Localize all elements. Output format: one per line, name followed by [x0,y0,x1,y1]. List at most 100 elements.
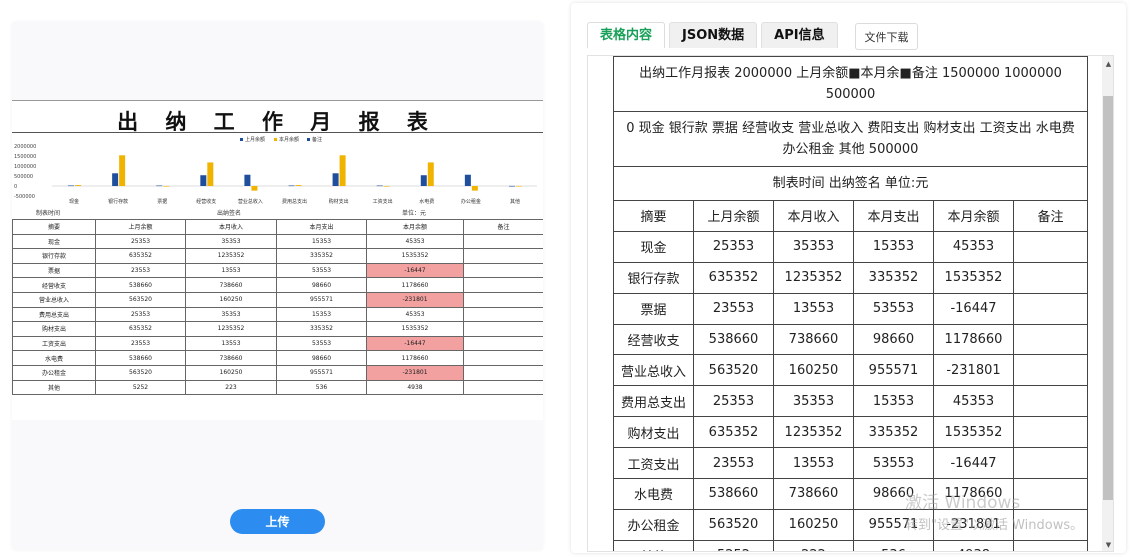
legend-swatch [240,138,243,141]
table-cell: 35353 [773,230,854,263]
preview-table-row: 水电费 538660 738660 98660 1178660 [12,350,543,366]
preview-table-cell: 223 [185,379,277,396]
table-cell [1012,416,1089,449]
preview-table-cell: 15353 [276,306,367,323]
preview-table-cell: 635352 [95,248,186,264]
table-cell: 563520 [693,354,774,387]
preview-table-cell: 1235352 [185,321,277,337]
table-cell: 335352 [853,261,934,294]
y-tick-label: 2000000 [14,144,36,150]
scrollbar-thumb[interactable] [1103,96,1113,500]
table-cell [1012,447,1089,480]
table-cell: 1235352 [773,261,854,294]
tab-table-content[interactable]: 表格内容 [587,22,666,48]
table-cell: 45353 [933,385,1014,418]
table-row: 经营收支 538660 738660 98660 1178660 [613,323,1089,356]
table-cell: 营业总收入 [613,354,694,387]
tab-json-data[interactable]: JSON数据 [669,22,758,48]
table-cell: 办公租金 [613,508,694,541]
preview-table-cell: 538660 [95,350,186,366]
preview-table-cell: 4938 [366,379,464,396]
legend-swatch [274,138,277,141]
scroll-down-arrow-icon[interactable]: ▼ [1102,537,1113,551]
preview-table-cell [463,233,543,250]
preview-table-cell: 1178660 [366,350,464,366]
preview-column-header: 本月收入 [185,219,277,235]
tab-api-info[interactable]: API信息 [761,22,838,48]
table-cell: 工资支出 [613,447,694,480]
vertical-scrollbar[interactable]: ▲ ▼ [1102,56,1113,551]
legend-swatch [307,138,310,141]
preview-table-cell [463,321,543,337]
preview-table-cell: 其他 [12,379,96,396]
scroll-up-arrow-icon[interactable]: ▲ [1102,56,1113,72]
preview-column-header: 备注 [463,219,543,235]
preview-table-cell: 35353 [185,233,277,250]
preview-table-cell: 98660 [276,350,367,366]
chart-bar [508,185,515,187]
table-row: 费用总支出 25353 35353 15353 45353 [613,385,1089,418]
table-content-area: 出纳工作月报表 2000000 上月余额■本月余■备注 1500000 1000… [587,55,1114,552]
legend-label: 上月余额 [245,136,265,143]
preview-table-cell [463,364,543,381]
preview-column-header: 摘要 [12,219,96,235]
table-cell: 23553 [693,447,774,480]
upload-panel: 出 纳 工 作 月 报 表 2000000 1500000 1000000 50000… [12,22,543,550]
upload-button[interactable]: 上传 [230,509,325,534]
table-cell: 35353 [773,385,854,418]
preview-table-row: 费用总支出 25353 35353 15353 45353 [12,306,543,323]
preview-table-row: 购材支出 635352 1235352 335352 1535352 [12,321,543,337]
preview-table-cell: 银行存款 [12,248,96,264]
column-header: 备注 [1012,200,1089,232]
x-category-label: 水电费 [419,198,434,205]
preview-table-cell: 955571 [276,364,367,381]
x-category-label: 其他 [510,198,520,205]
column-header: 上月余额 [693,200,774,232]
table-cell: 955571 [853,354,934,387]
preview-table-cell: 13553 [185,262,277,279]
table-cell: 1535352 [933,261,1014,294]
preview-meta-signer: 出纳签名 [217,210,242,217]
download-file-button[interactable]: 文件下载 [855,23,918,50]
preview-table-cell: 738660 [185,350,277,366]
result-table: 出纳工作月报表 2000000 上月余额■本月余■备注 1500000 1000… [612,56,1089,551]
preview-table-cell: 955571 [276,291,367,308]
chart-bar [119,155,126,186]
preview-table-cell: 335352 [276,321,367,337]
table-cell [1012,230,1089,263]
chart-bar [200,175,207,186]
chart-bar [251,186,258,191]
preview-table-row: 其他 5252 223 536 4938 [12,379,543,396]
preview-table-cell: 538660 [95,277,186,293]
table-header-line-1: 出纳工作月报表 2000000 上月余额■本月余■备注 1500000 1000… [612,56,1089,112]
table-cell: 经营收支 [613,323,694,356]
table-row: 现金 25353 35353 15353 45353 [613,230,1089,263]
preview-table-cell: 购材支出 [12,321,96,337]
table-cell: 费用总支出 [613,385,694,418]
preview-table-cell: 23553 [95,335,186,352]
table-cell: 98660 [853,323,934,356]
legend-label: 本月余额 [279,136,299,143]
preview-table-cell: -16447 [366,262,464,279]
preview-table-cell: 53553 [276,262,367,279]
table-cell: 160250 [773,508,854,541]
table-cell: 1235352 [773,416,854,449]
preview-table: 摘要 上月余额 本月收入 本月支出 本月余额 备注 现金 25353 35353 15353 453… [12,219,543,396]
preview-table-cell: 票据 [12,262,96,279]
preview-top-line [12,100,543,101]
table-cell: 563520 [693,508,774,541]
x-category-label: 办公租金 [461,198,481,205]
y-tick-label: 1000000 [14,164,36,170]
table-cell [1012,478,1089,510]
preview-table-cell: 563520 [95,364,186,381]
preview-column-header: 本月余额 [366,219,464,235]
table-cell [1012,292,1089,325]
preview-table-cell [463,291,543,308]
preview-meta-unit: 单位：元 [402,210,427,217]
chart-bar [332,173,339,186]
x-category-label: 营业总收入 [238,198,263,205]
preview-table-cell [463,306,543,323]
table-cell: 53553 [853,447,934,480]
preview-meta-row: 制表时间 出纳签名 单位：元 [12,208,543,218]
preview-table-cell: 738660 [185,277,277,293]
